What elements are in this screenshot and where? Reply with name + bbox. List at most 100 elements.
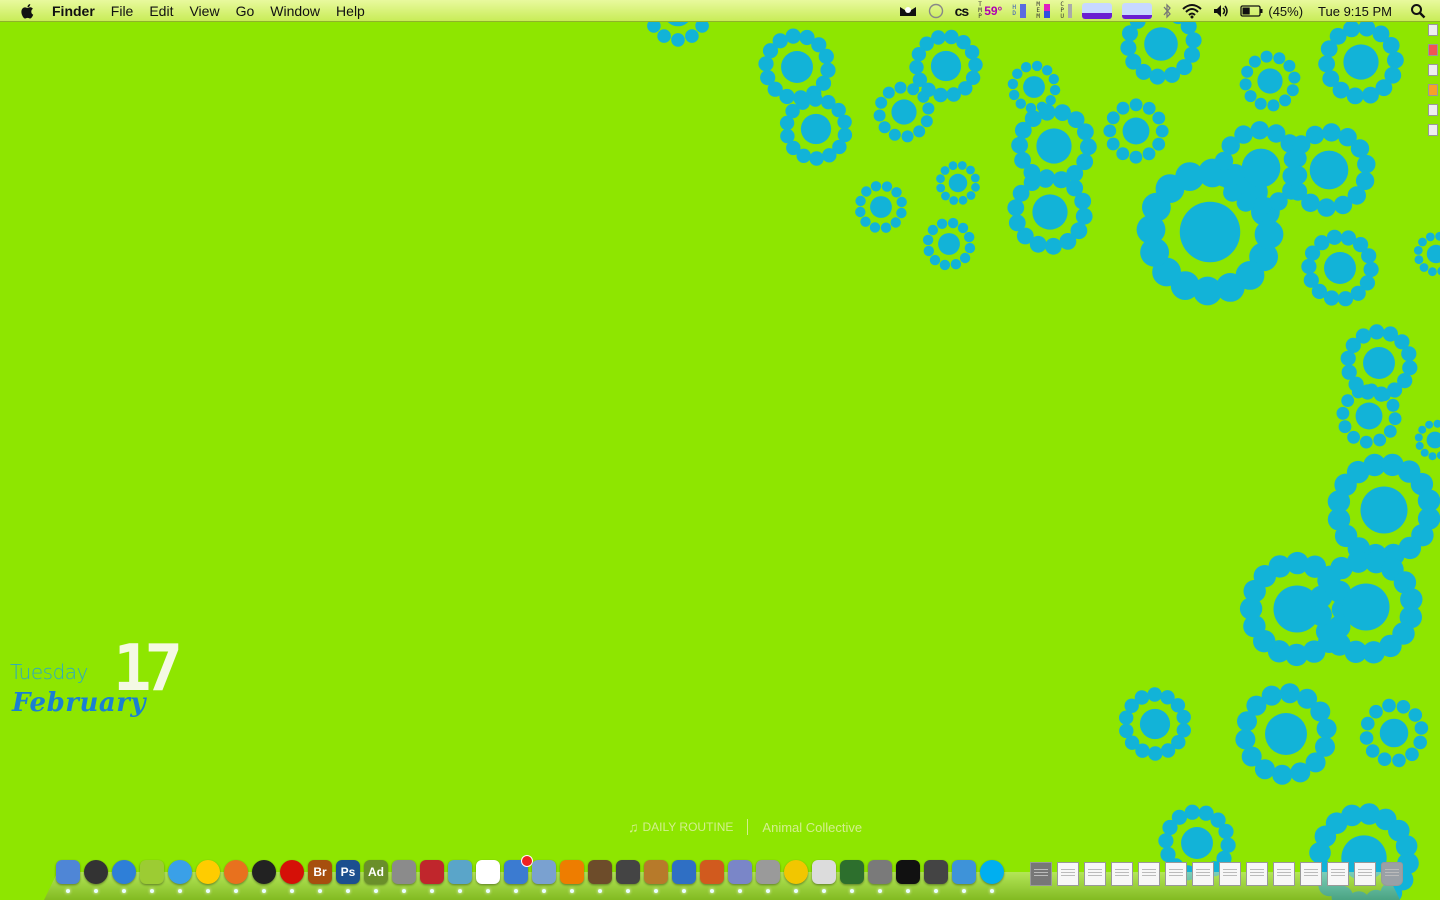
cpu-letters: CPU (1060, 1, 1064, 20)
doc-2-icon[interactable] (1084, 862, 1106, 886)
adobe-app-icon[interactable]: Ad (364, 860, 388, 893)
terminal-icon[interactable] (896, 860, 920, 893)
lastfm-icon[interactable]: cs (950, 0, 974, 22)
now-playing: ♫ DAILY ROUTINE Animal Collective (628, 818, 862, 836)
adium-icon[interactable] (196, 860, 220, 893)
menu-edit[interactable]: Edit (141, 0, 181, 22)
photoshop-icon[interactable]: Ps (336, 860, 360, 893)
finder-icon[interactable] (56, 860, 80, 893)
file-edge-icon[interactable] (1428, 104, 1438, 116)
messenger-icon[interactable] (952, 860, 976, 893)
doc-3-icon[interactable] (1111, 862, 1133, 886)
spotlight-icon[interactable] (1404, 0, 1440, 22)
camera-app-icon[interactable] (252, 860, 276, 893)
cpu-bar (1068, 4, 1073, 18)
installer-icon[interactable] (448, 860, 472, 893)
disk-meter[interactable]: HD (1007, 0, 1031, 22)
vlc-icon[interactable] (560, 860, 584, 893)
clock-text: Tue 9:15 PM (1318, 3, 1392, 19)
powerpoint-icon[interactable] (700, 860, 724, 893)
running-indicator (66, 889, 70, 893)
garageband-icon[interactable] (644, 860, 668, 893)
volume-icon[interactable] (1207, 0, 1235, 22)
menu-bar: Finder File Edit View Go Window Help cs … (0, 0, 1440, 22)
running-indicator (682, 889, 686, 893)
running-indicator (122, 889, 126, 893)
preview-icon[interactable] (532, 860, 556, 893)
wallpaper-app-icon[interactable] (140, 860, 164, 893)
dock-documents (1030, 862, 1408, 898)
textedit-icon[interactable] (812, 860, 836, 893)
menumeters-icon[interactable] (894, 0, 922, 22)
dock: Br Ps Ad (44, 855, 1403, 900)
dock-apps: Br Ps Ad (56, 855, 1008, 898)
book-icon[interactable] (420, 860, 444, 893)
doc-10-icon[interactable] (1300, 862, 1322, 886)
skype-icon[interactable] (980, 860, 1004, 893)
script-editor-icon[interactable] (868, 860, 892, 893)
doc-8-icon[interactable] (1246, 862, 1268, 886)
doc-7-icon[interactable] (1219, 862, 1241, 886)
app-edge-icon[interactable] (1428, 44, 1438, 56)
running-indicator (626, 889, 630, 893)
mail-stamp-icon[interactable] (504, 855, 533, 893)
apple-menu-icon[interactable] (20, 3, 36, 19)
document-edge-icon[interactable] (1428, 64, 1438, 76)
menu-view[interactable]: View (181, 0, 227, 22)
cpu-meter[interactable]: CPU (1055, 0, 1077, 22)
running-indicator (346, 889, 350, 893)
running-indicator (906, 889, 910, 893)
utility-icon[interactable] (924, 860, 948, 893)
memory-bar (1044, 4, 1051, 18)
imovie-icon[interactable] (616, 860, 640, 893)
doc-12-icon[interactable] (1354, 862, 1376, 886)
dashboard-icon[interactable] (84, 860, 108, 893)
image-capture-icon[interactable] (588, 860, 612, 893)
network-graph-2[interactable] (1117, 0, 1157, 22)
memory-meter[interactable]: MEM (1031, 0, 1055, 22)
doc-5-icon[interactable] (1165, 862, 1187, 886)
menu-finder[interactable]: Finder (46, 0, 103, 22)
menu-go[interactable]: Go (228, 0, 263, 22)
bubble-icon[interactable] (922, 0, 950, 22)
running-indicator (374, 889, 378, 893)
doc-4-icon[interactable] (1138, 862, 1160, 886)
keyboard-doc-icon[interactable] (1030, 862, 1052, 886)
menu-help[interactable]: Help (328, 0, 373, 22)
entourage-icon[interactable] (728, 860, 752, 893)
doc-9-icon[interactable] (1273, 862, 1295, 886)
disk-bar (1020, 4, 1027, 18)
temperature-meter[interactable]: TMP 59° (973, 0, 1007, 22)
disk-edge-icon[interactable] (1428, 124, 1438, 136)
word-icon[interactable] (672, 860, 696, 893)
now-playing-divider (747, 819, 749, 835)
hard-drive-icon[interactable] (1428, 24, 1438, 36)
safari-icon[interactable] (112, 860, 136, 893)
battery-icon[interactable]: (45%) (1235, 0, 1308, 22)
adobe-bridge-icon[interactable]: Br (308, 860, 332, 893)
starred-edge-icon[interactable] (1428, 84, 1438, 96)
menu-clock[interactable]: Tue 9:15 PM (1308, 0, 1404, 22)
network-graph-1-fill (1082, 13, 1113, 19)
activity-monitor-icon[interactable] (840, 860, 864, 893)
network-graph-1-plot (1082, 3, 1113, 19)
doc-1-icon[interactable] (1057, 862, 1079, 886)
wifi-icon[interactable] (1177, 0, 1207, 22)
trash-icon[interactable] (1381, 862, 1403, 886)
menu-window[interactable]: Window (262, 0, 328, 22)
lastfm-icon[interactable] (280, 860, 304, 893)
battery-percentage: (45%) (1268, 3, 1304, 19)
date-day: 17 (113, 632, 183, 706)
running-indicator (178, 889, 182, 893)
network-graph-1[interactable] (1077, 0, 1117, 22)
menu-file[interactable]: File (103, 0, 142, 22)
itunes-icon[interactable] (168, 860, 192, 893)
bluetooth-icon[interactable] (1157, 0, 1177, 22)
camera-icon[interactable] (756, 860, 780, 893)
ical-icon[interactable] (476, 860, 500, 893)
doc-6-icon[interactable] (1192, 862, 1214, 886)
preferences-icon[interactable] (392, 860, 416, 893)
doc-11-icon[interactable] (1327, 862, 1349, 886)
quicktime-icon[interactable] (784, 860, 808, 893)
firefox-icon[interactable] (224, 860, 248, 893)
